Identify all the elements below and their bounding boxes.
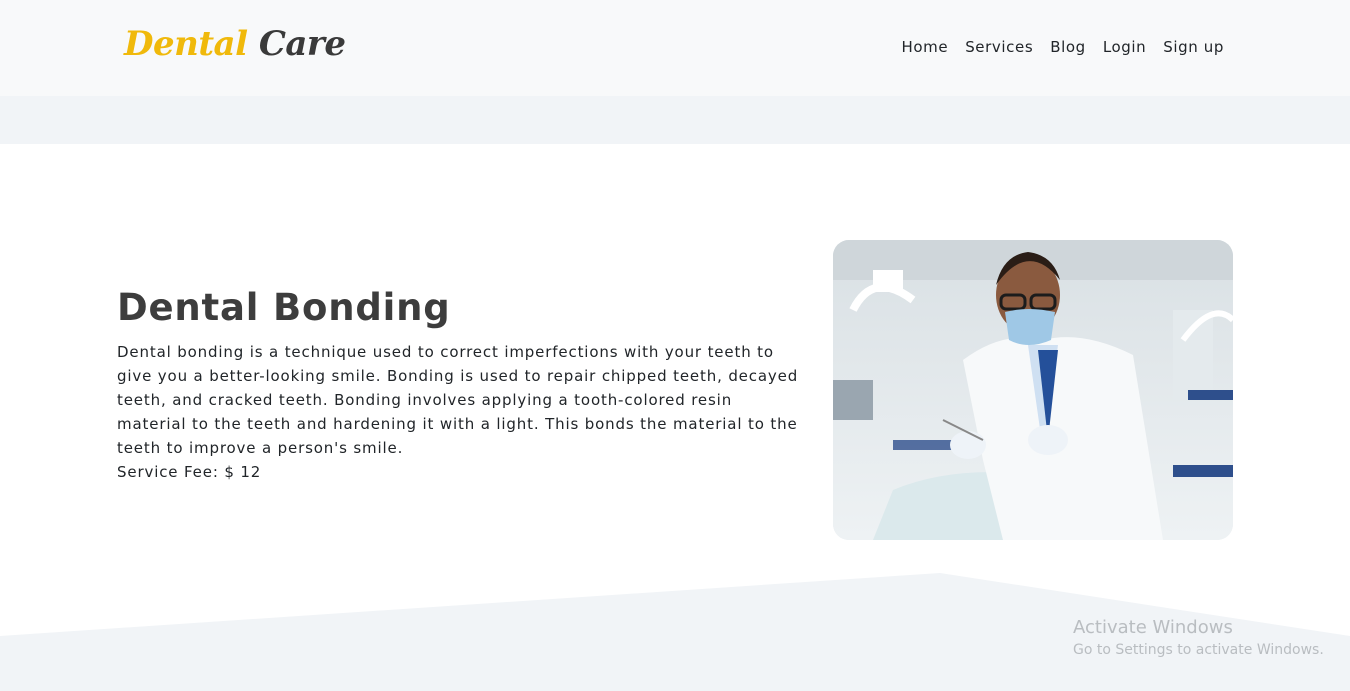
dentist-photo-illustration [833, 240, 1233, 540]
nav-menu: Home Services Blog Login Sign up [901, 36, 1224, 58]
watermark-title: Activate Windows [1073, 617, 1233, 638]
service-details: Dental Bonding Dental bonding is a techn… [117, 284, 807, 484]
brand-word-dental: Dental [124, 24, 248, 64]
nav-link-services[interactable]: Services [965, 36, 1033, 58]
header-band [0, 96, 1350, 144]
brand-logo[interactable]: Dental Care [124, 22, 346, 66]
navbar: Dental Care Home Services Blog Login Sig… [0, 0, 1350, 96]
service-title: Dental Bonding [117, 286, 451, 329]
service-fee: Service Fee: $ 12 [117, 463, 262, 481]
nav-link-home[interactable]: Home [901, 36, 948, 58]
nav-link-signup[interactable]: Sign up [1163, 36, 1224, 58]
nav-link-login[interactable]: Login [1103, 36, 1146, 58]
windows-activation-watermark: Activate Windows Go to Settings to activ… [1073, 616, 1324, 660]
service-description: Dental bonding is a technique used to co… [117, 343, 799, 457]
brand-word-care: Care [258, 24, 346, 64]
service-image [833, 240, 1233, 540]
nav-link-blog[interactable]: Blog [1050, 36, 1086, 58]
watermark-subtitle: Go to Settings to activate Windows. [1073, 642, 1324, 658]
